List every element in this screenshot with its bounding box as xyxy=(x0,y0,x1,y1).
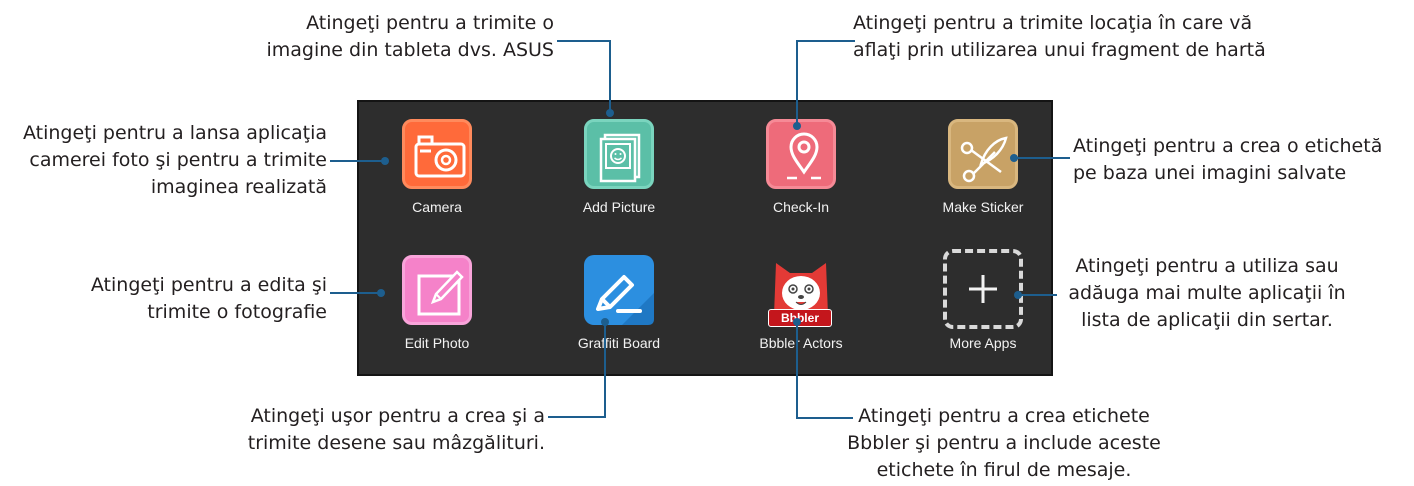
bbbler-character-icon: Bbbler xyxy=(766,255,836,327)
callout-line: Atingeţi pentru a crea o etichetă xyxy=(1073,135,1383,157)
app-drawer-panel: Camera Add Picture Check-In Make Sticker… xyxy=(357,100,1053,376)
app-bbbler-actors[interactable]: Bbbler Bbbler Actors xyxy=(731,238,871,356)
plus-icon xyxy=(943,249,1023,329)
callout-line: lista de aplicaţii din sertar. xyxy=(1081,309,1333,331)
app-make-sticker[interactable]: Make Sticker xyxy=(913,102,1053,220)
pencil-icon xyxy=(402,255,472,325)
app-label: More Apps xyxy=(949,335,1017,351)
callout-line: Atingeţi pentru a edita şi xyxy=(90,274,327,296)
app-check-in[interactable]: Check-In xyxy=(731,102,871,220)
callout-line: Atingeţi pentru a lansa aplicaţia xyxy=(22,122,327,144)
app-graffiti-board[interactable]: Graffiti Board xyxy=(549,238,689,356)
callout-line: Bbbler şi pentru a include aceste xyxy=(847,432,1161,454)
callout-make-sticker: Atingeţi pentru a crea o etichetă pe baz… xyxy=(1073,133,1408,187)
callout-add-picture: Atingeţi pentru a trimite o imagine din … xyxy=(254,10,554,64)
callout-line: imaginea realizată xyxy=(150,176,327,198)
callout-edit-photo: Atingeţi pentru a edita şi trimite o fot… xyxy=(40,272,327,326)
marker-icon xyxy=(584,255,654,325)
app-more-apps[interactable]: More Apps xyxy=(913,238,1053,356)
callout-line: imagine din tableta dvs. ASUS xyxy=(266,39,554,61)
app-label: Check-In xyxy=(772,199,830,215)
callout-line: pe baza unei imagini salvate xyxy=(1073,162,1347,184)
location-pin-icon xyxy=(766,119,836,189)
callout-graffiti-board: Atingeţi uşor pentru a crea şi a trimite… xyxy=(225,403,545,457)
app-add-picture[interactable]: Add Picture xyxy=(549,102,689,220)
callout-bbbler-actors: Atingeţi pentru a crea etichete Bbbler ş… xyxy=(840,403,1168,484)
callout-check-in: Atingeţi pentru a trimite locaţia în car… xyxy=(853,10,1293,64)
app-label: Bbbler Actors xyxy=(759,335,843,351)
app-edit-photo[interactable]: Edit Photo xyxy=(367,238,507,356)
callout-line: Atingeţi uşor pentru a crea şi a xyxy=(250,405,545,427)
app-label: Graffiti Board xyxy=(577,335,661,351)
app-label: Camera xyxy=(412,199,462,215)
callout-camera: Atingeţi pentru a lansa aplicaţia camere… xyxy=(0,120,327,201)
callout-line: aflaţi prin utilizarea unui fragment de … xyxy=(853,39,1266,61)
callout-line: camerei foto şi pentru a trimite xyxy=(29,149,327,171)
picture-icon xyxy=(584,119,654,189)
app-label: Add Picture xyxy=(582,199,656,215)
app-label: Make Sticker xyxy=(942,199,1024,215)
scissors-icon xyxy=(948,119,1018,189)
callout-line: Atingeţi pentru a utiliza sau xyxy=(1075,255,1339,277)
callout-line: Atingeţi pentru a trimite o xyxy=(306,12,554,34)
callout-line: Atingeţi pentru a crea etichete xyxy=(858,405,1150,427)
app-camera[interactable]: Camera xyxy=(367,102,507,220)
bbbler-badge: Bbbler xyxy=(768,309,832,327)
callout-line: trimite o fotografie xyxy=(147,301,327,323)
callout-line: adăuga mai multe aplicaţii în xyxy=(1068,282,1346,304)
callout-line: trimite desene sau mâzgălituri. xyxy=(247,432,545,454)
callout-line: Atingeţi pentru a trimite locaţia în car… xyxy=(853,12,1253,34)
camera-icon xyxy=(402,119,472,189)
callout-line: etichete în firul de mesaje. xyxy=(876,459,1132,481)
callout-more-apps: Atingeţi pentru a utiliza sau adăuga mai… xyxy=(1062,253,1352,334)
app-label: Edit Photo xyxy=(404,335,470,351)
